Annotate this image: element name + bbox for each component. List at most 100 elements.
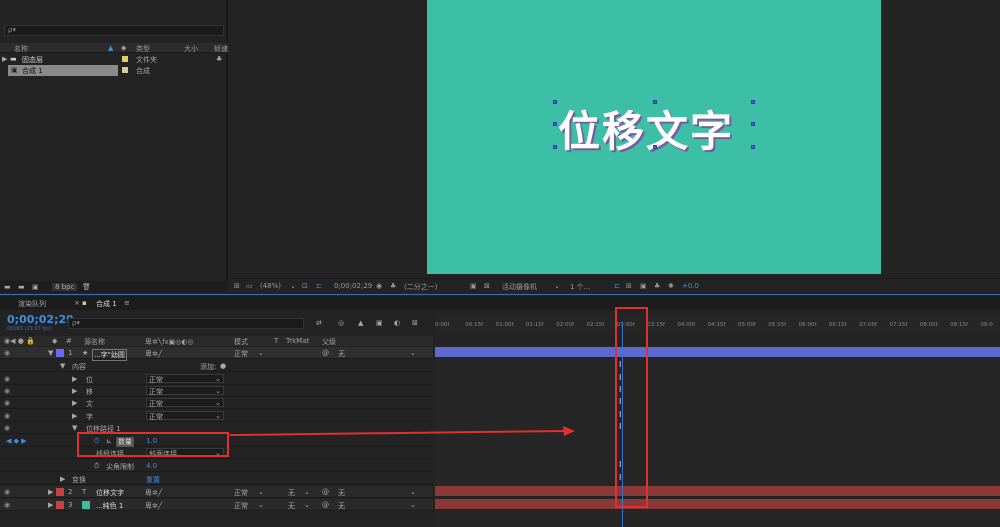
layer-2-bar[interactable]	[435, 486, 1000, 497]
layer-1-bar[interactable]	[435, 347, 1000, 358]
new-comp-icon[interactable]: ▣	[32, 283, 39, 291]
new-folder-icon[interactable]: ▬	[18, 283, 25, 291]
timeline-search-input[interactable]: ρ▾	[68, 318, 304, 329]
col-mode[interactable]: 模式	[234, 337, 248, 347]
layer-row-1[interactable]: ◉ ▼ 1 ★ ...字"幼圆 卑✲╱ 正常 ⌄ @ 无 ⌄	[0, 347, 433, 361]
bounding-handle[interactable]	[653, 145, 657, 149]
project-item-comp[interactable]: ▣ 合成 1 合成	[0, 65, 228, 76]
mode-dropdown[interactable]: 正常	[234, 488, 248, 498]
reset-link[interactable]: 重置	[146, 475, 160, 485]
zoom-dropdown[interactable]: (48%)	[260, 282, 281, 290]
label-swatch[interactable]	[122, 56, 128, 62]
eye-icon[interactable]: ◉	[4, 399, 10, 407]
sort-icon[interactable]: ▲	[108, 44, 113, 52]
timeline-icon[interactable]: ⊞	[626, 282, 632, 290]
miter-limit-row[interactable]: ⏱ 尖角限制 4.0	[0, 460, 433, 473]
tab-comp-1[interactable]: 合成 1	[96, 299, 117, 309]
region-icon[interactable]: ▣	[470, 282, 477, 290]
add-icon[interactable]: ●	[220, 362, 226, 370]
shape-group-row[interactable]: ◉ ▶ 字 正常 ⌄	[0, 410, 433, 423]
draft-3d-icon[interactable]: ◎	[338, 319, 344, 327]
expand-arrow-icon[interactable]: ▶	[72, 412, 77, 420]
contents-group-row[interactable]: ▼ 内容 添加: ●	[0, 360, 433, 373]
layer-name[interactable]: 位移文字	[96, 488, 124, 498]
col-name[interactable]: 名称	[14, 44, 28, 54]
mode-dropdown[interactable]: 正常	[234, 501, 248, 511]
layer-3-bar[interactable]	[435, 499, 1000, 510]
camera-dropdown[interactable]: 活动摄像机	[502, 282, 537, 292]
color-icon[interactable]: ♣	[390, 282, 396, 290]
project-search-input[interactable]: ρ▾	[4, 25, 224, 36]
label-swatch[interactable]	[56, 501, 64, 509]
bounding-handle[interactable]	[553, 145, 557, 149]
tab-render-queue[interactable]: 渲染队列	[18, 299, 46, 309]
interpret-footage-icon[interactable]: ▬	[4, 283, 11, 291]
bounding-handle[interactable]	[653, 100, 657, 104]
shape-group-row[interactable]: ◉ ▶ 移 正常 ⌄	[0, 385, 433, 398]
monitor-icon[interactable]: ▭	[246, 282, 253, 290]
mode-dropdown[interactable]: 正常	[234, 349, 248, 359]
col-type[interactable]: 类型	[136, 44, 150, 54]
bounding-handle[interactable]	[751, 122, 755, 126]
collapse-arrow-icon[interactable]: ▼	[48, 349, 53, 357]
trash-icon[interactable]: 🗑	[82, 283, 91, 291]
layer-row-2[interactable]: ◉ ▶ 2 T 位移文字 卑✲╱ 正常 ⌄ 无 ⌄ @ 无 ⌄	[0, 486, 433, 499]
layer-row-3[interactable]: ◉ ▶ 3 ...纯色 1 卑✲╱ 正常 ⌄ 无 ⌄ @ 无 ⌄	[0, 499, 433, 512]
collapse-arrow-icon[interactable]: ▼	[60, 362, 65, 370]
blend-mode-dropdown[interactable]: 正常 ⌄	[146, 374, 224, 384]
pickwhip-icon[interactable]: @	[322, 488, 329, 496]
close-icon[interactable]: ×	[74, 299, 80, 307]
views-dropdown[interactable]: 1 个...	[570, 282, 590, 292]
transform-row[interactable]: ▶ 变换 重置	[0, 473, 433, 486]
canvas-text[interactable]: 位移文字	[558, 98, 734, 159]
eye-icon[interactable]: ◉	[4, 375, 10, 383]
pickwhip-icon[interactable]: @	[322, 501, 329, 509]
shy-icon[interactable]: ▲	[358, 319, 363, 327]
bpc-button[interactable]: 8 bpc	[52, 283, 78, 291]
shape-group-row[interactable]: ◉ ▶ 文 正常 ⌄	[0, 397, 433, 410]
label-swatch[interactable]	[122, 67, 128, 73]
expand-arrow-icon[interactable]: ▶	[72, 375, 77, 383]
label-swatch[interactable]	[56, 488, 64, 496]
timeline-timecode[interactable]: 0;00;02;29	[7, 313, 74, 326]
motion-blur-icon[interactable]: ◐	[394, 319, 400, 327]
eye-icon[interactable]: ◉	[4, 488, 10, 496]
parent-dropdown[interactable]: 无	[338, 488, 345, 498]
col-source-name[interactable]: 源名称	[84, 337, 105, 347]
stopwatch-icon[interactable]: ⏱	[94, 462, 99, 471]
comp-flow-icon[interactable]: ⇄	[316, 319, 322, 327]
expand-arrow-icon[interactable]: ▶	[48, 488, 53, 496]
graph-editor-icon[interactable]: ⊠	[412, 319, 418, 327]
exposure-value[interactable]: +0.0	[682, 282, 699, 290]
switch-icons[interactable]: 卑✲╱	[145, 488, 162, 498]
eye-icon[interactable]: ◉	[4, 412, 10, 420]
grid-icon[interactable]: ⊡	[302, 282, 308, 290]
miter-limit-value[interactable]: 4.0	[146, 462, 157, 470]
expand-arrow-icon[interactable]: ▶	[60, 475, 65, 483]
expand-arrow-icon[interactable]: ▶	[72, 387, 77, 395]
add-button[interactable]: 添加:	[200, 362, 216, 372]
parent-dropdown[interactable]: 无	[338, 349, 345, 359]
frame-blend-icon[interactable]: ▣	[376, 319, 383, 327]
col-fps[interactable]: 帧速	[214, 44, 228, 54]
magnify-icon[interactable]: ⊞	[234, 282, 240, 290]
trkmat-dropdown[interactable]: 无	[288, 488, 295, 498]
camera-icon[interactable]: ◉	[376, 282, 382, 290]
blend-mode-dropdown[interactable]: 正常 ⌄	[146, 386, 224, 396]
transparency-icon[interactable]: ⊠	[484, 282, 490, 290]
eye-icon[interactable]: ◉	[4, 349, 10, 357]
shape-group-row[interactable]: ◉ ▶ 位 正常 ⌄	[0, 373, 433, 386]
pickwhip-icon[interactable]: @	[322, 349, 329, 357]
eye-icon[interactable]: ◉	[4, 387, 10, 395]
switch-icons[interactable]: 卑✲╱	[145, 501, 162, 511]
layer-name[interactable]: ...纯色 1	[96, 501, 123, 511]
bounding-handle[interactable]	[751, 100, 755, 104]
time-ruler[interactable]: 0:00f 00:15f 01:00f 01:15f 02:00f 02:15f 03:00…	[435, 314, 1000, 334]
safe-zones-icon[interactable]: ⊏	[316, 282, 322, 290]
keyframe-nav-icon[interactable]: ◀ ◆ ▶	[6, 437, 27, 445]
menu-icon[interactable]: ≡	[124, 299, 130, 307]
snapshot-icon[interactable]: ▣	[640, 282, 647, 290]
expand-arrow-icon[interactable]: ▶	[2, 55, 7, 63]
col-size[interactable]: 大小	[184, 44, 198, 54]
col-parent[interactable]: 父级	[322, 337, 336, 347]
